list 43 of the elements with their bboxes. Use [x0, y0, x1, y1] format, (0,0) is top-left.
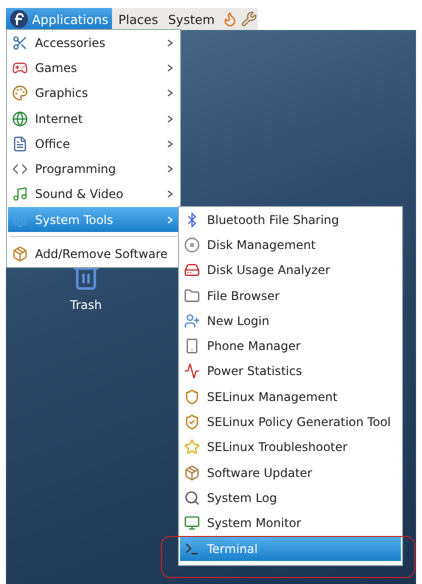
star-icon: [183, 438, 201, 456]
menu-item[interactable]: Software Updater: [180, 460, 401, 486]
menu-item[interactable]: New Login: [180, 308, 401, 334]
panel-menu[interactable]: System: [164, 8, 219, 30]
menu-item[interactable]: SELinux Management: [180, 384, 401, 410]
music-icon: [11, 185, 29, 204]
menu-item[interactable]: Games: [8, 55, 179, 81]
gear-icon: [11, 210, 29, 229]
menu-item[interactable]: Add/Remove Software: [8, 241, 179, 267]
monitor-icon: [183, 514, 201, 532]
user-add-icon: [183, 312, 201, 330]
menu-item[interactable]: Disk Usage Analyzer: [180, 258, 401, 283]
menu-item[interactable]: Programming: [8, 156, 179, 182]
disc-icon: [183, 236, 201, 254]
menu-item[interactable]: Phone Manager: [180, 333, 401, 359]
shield-icon: [183, 413, 201, 432]
globe-icon: [11, 110, 29, 128]
menu-item[interactable]: System Monitor: [180, 510, 401, 536]
menu-item[interactable]: Power Statistics: [180, 358, 401, 384]
panel-menu[interactable]: Applications: [6, 8, 112, 30]
scissors-icon: [11, 34, 29, 52]
menu-item[interactable]: Disk Management: [180, 232, 401, 258]
document-icon: [11, 134, 29, 153]
package-icon: [183, 464, 201, 482]
menu-item[interactable]: Bluetooth File Sharing: [180, 207, 401, 232]
menu-item[interactable]: SELinux Policy Generation Tool: [180, 409, 401, 435]
menu-item[interactable]: Accessories: [8, 30, 179, 56]
search-icon: [183, 488, 201, 507]
package-icon: [11, 245, 29, 264]
menu-item[interactable]: Sound & Video: [8, 182, 179, 208]
palette-icon: [11, 84, 29, 102]
menu-item[interactable]: Office: [8, 131, 179, 156]
panel-menu[interactable]: Places: [114, 8, 162, 30]
menu-item[interactable]: File Browser: [180, 282, 401, 308]
shield-icon: [183, 388, 201, 406]
menu-item[interactable]: SELinux Troubleshooter: [180, 434, 401, 460]
menu-item[interactable]: Graphics: [8, 80, 179, 106]
chart-icon: [183, 362, 201, 380]
icon-label: Trash: [70, 298, 102, 312]
menu-item[interactable]: System Log: [180, 485, 401, 511]
menu-item[interactable]: Internet: [8, 106, 179, 132]
folder-icon: [183, 286, 201, 305]
tools-icon[interactable]: [240, 10, 258, 28]
